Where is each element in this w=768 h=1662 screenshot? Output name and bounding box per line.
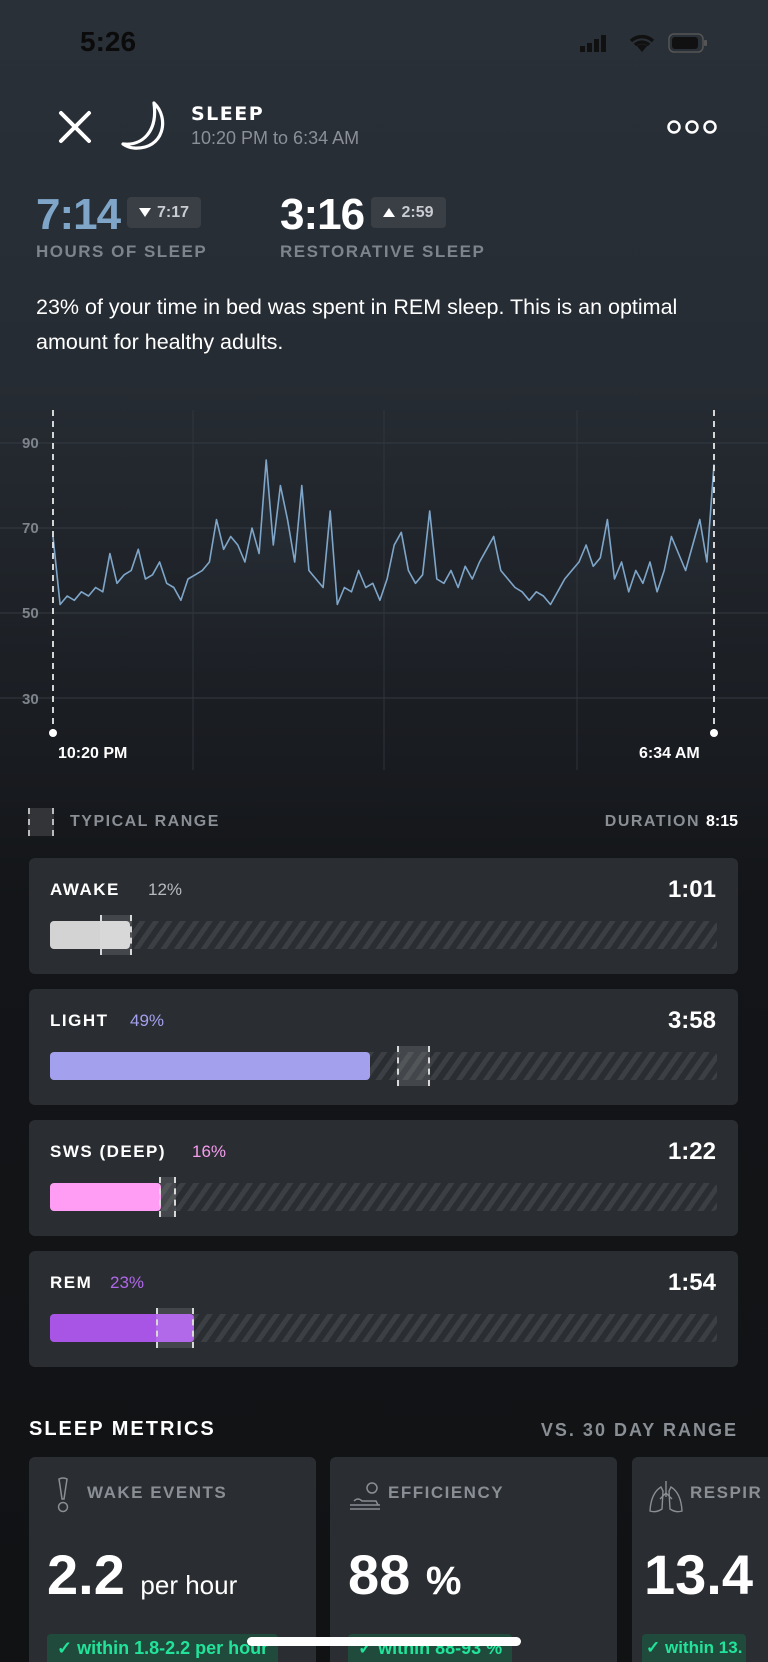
stage-name: AWAKE <box>50 880 120 899</box>
stage-duration: 1:22 <box>667 1138 716 1165</box>
duration-summary: DURATION 8:15 <box>605 813 738 831</box>
metric-value-group: 2.2 per hour <box>47 1542 237 1607</box>
start-time-label: 10:20 PM <box>58 745 128 762</box>
sleep-metrics-title: SLEEP METRICS <box>29 1418 216 1440</box>
stage-percent: 23% <box>110 1273 145 1292</box>
metric-card-respiratory-rate[interactable]: RESPIR 13.4 ✓ within 13. <box>632 1457 768 1662</box>
stage-bar-track <box>50 1177 717 1217</box>
y-tick-label: 90 <box>22 435 39 452</box>
vs-30-day-range-label: VS. 30 DAY RANGE <box>540 1420 738 1440</box>
stage-name: SWS (DEEP) <box>50 1142 167 1161</box>
home-indicator[interactable] <box>247 1637 521 1646</box>
stage-card-awake[interactable]: AWAKE 12% 1:01 <box>29 858 738 974</box>
stage-duration: 3:58 <box>667 1007 716 1034</box>
metric-unit: % <box>425 1559 462 1603</box>
stage-percent: 12% <box>148 880 183 899</box>
stage-name: REM <box>50 1273 93 1292</box>
stage-card-rem[interactable]: REM 23% 1:54 <box>29 1251 738 1367</box>
typical-range-marker <box>156 1308 195 1348</box>
metric-label: RESPIR <box>690 1483 763 1502</box>
metric-value-group: 13.4 <box>644 1542 753 1607</box>
heart-rate-chart <box>0 410 768 770</box>
exclamation-icon <box>57 1477 69 1513</box>
typical-range-icon <box>28 808 54 836</box>
stage-bar-fill <box>50 1183 161 1211</box>
lungs-icon <box>649 1481 683 1513</box>
stage-card-light[interactable]: LIGHT 49% 3:58 <box>29 989 738 1105</box>
typical-range-marker <box>158 1177 177 1217</box>
metric-card-wake-events[interactable]: WAKE EVENTS 2.2 per hour ✓ within 1.8-2.… <box>29 1457 316 1662</box>
duration-label: DURATION <box>604 813 701 830</box>
stage-card-sws-deep[interactable]: SWS (DEEP) 16% 1:22 <box>29 1120 738 1236</box>
metric-label: WAKE EVENTS <box>87 1483 228 1502</box>
stage-bar-track <box>50 1308 717 1348</box>
y-tick-label: 70 <box>22 520 39 537</box>
typical-range-marker <box>396 1046 431 1086</box>
sleep-start-handle[interactable] <box>49 729 57 737</box>
stage-duration: 1:01 <box>667 876 716 903</box>
metric-range-badge: ✓ within 1.8-2.2 per hour <box>47 1634 279 1662</box>
duration-value: 8:15 <box>705 813 738 830</box>
y-tick-label: 50 <box>22 605 39 622</box>
bed-icon <box>350 1482 380 1510</box>
metric-range-badge: ✓ within 13. <box>642 1634 747 1662</box>
typical-range-marker <box>100 915 133 955</box>
end-time-label: 6:34 AM <box>639 745 700 762</box>
typical-range-label: TYPICAL RANGE <box>70 813 220 830</box>
metric-value-group: 88 % <box>348 1542 461 1607</box>
metric-value: 88 <box>348 1543 411 1606</box>
stage-percent: 49% <box>130 1011 165 1030</box>
metric-card-efficiency[interactable]: EFFICIENCY 88 % ✓ within 88-93 % <box>330 1457 617 1662</box>
stage-name: LIGHT <box>50 1011 109 1030</box>
metric-value: 13.4 <box>644 1543 753 1606</box>
stage-duration: 1:54 <box>667 1269 716 1296</box>
sleep-end-handle[interactable] <box>710 729 718 737</box>
stage-bar-track <box>50 1046 717 1086</box>
stage-bar-track <box>50 915 717 955</box>
y-tick-label: 30 <box>22 691 39 708</box>
metric-value: 2.2 <box>47 1543 125 1606</box>
metric-unit: per hour <box>140 1570 238 1600</box>
metric-label: EFFICIENCY <box>388 1483 505 1502</box>
stage-bar-fill <box>50 1052 371 1080</box>
stage-percent: 16% <box>192 1142 227 1161</box>
